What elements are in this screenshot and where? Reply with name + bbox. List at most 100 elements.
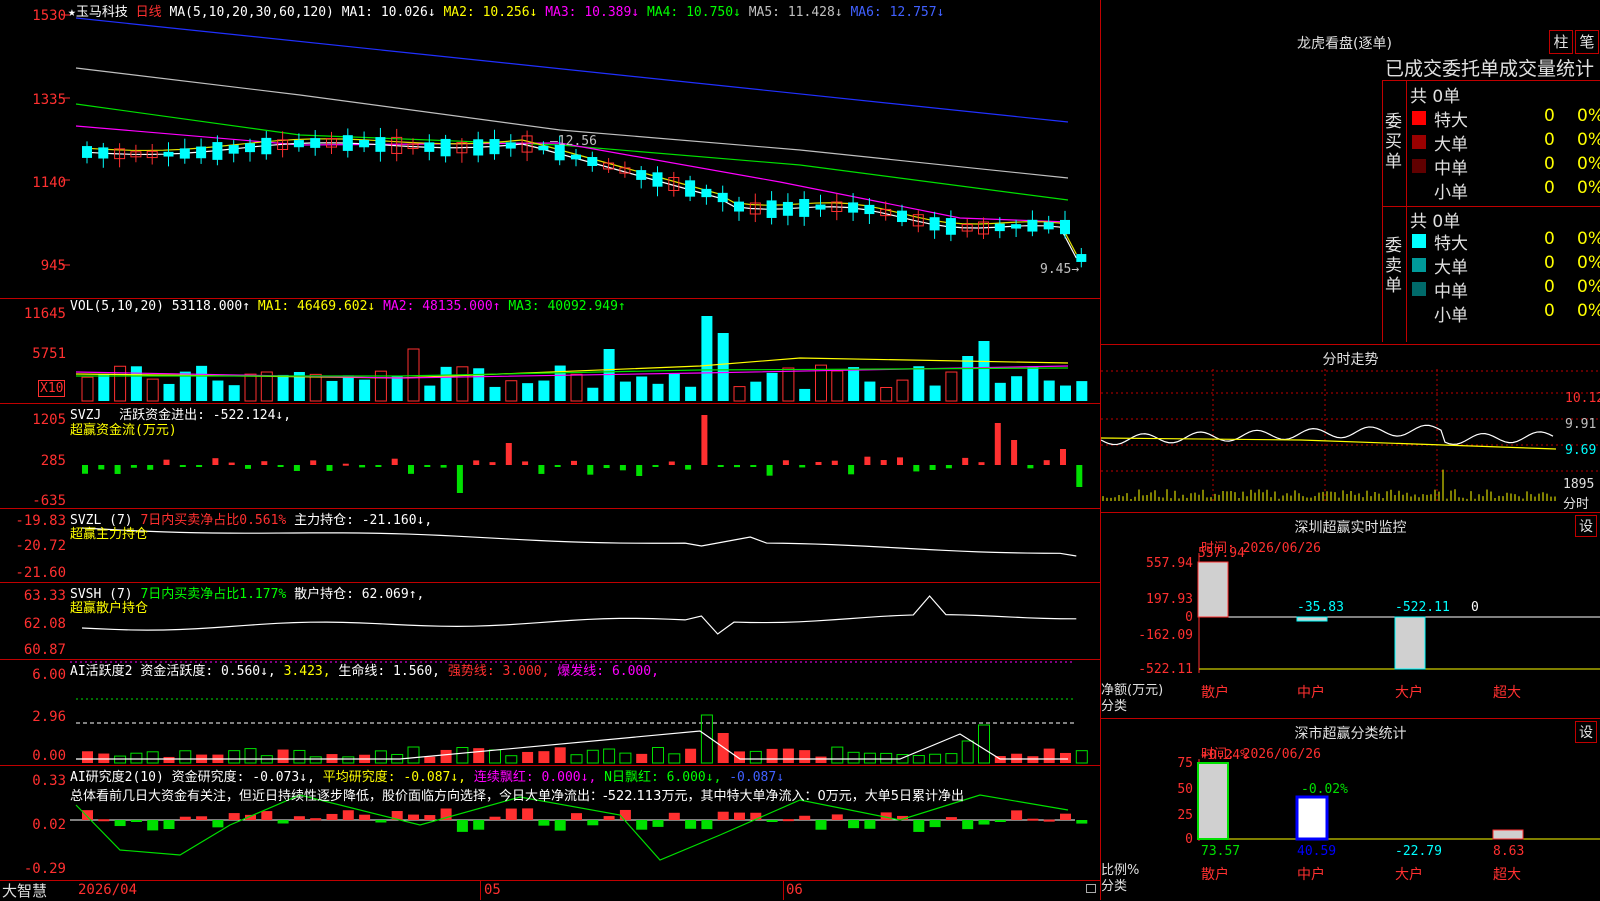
activity-bar: [228, 750, 241, 764]
volume-bar: [456, 366, 469, 402]
sz-monitor-chart[interactable]: 557.94 197.93 0 -162.09 -522.11 557.94 -35.83 -…: [1101, 513, 1600, 719]
activity-bar: [98, 753, 110, 763]
activity-bar: [636, 753, 648, 763]
flow-bar: [196, 465, 203, 467]
research-bar: [701, 820, 713, 830]
volume-bar: [750, 381, 762, 401]
candle-down: [310, 138, 321, 148]
volume-bar: [929, 385, 941, 401]
svzj-axis-3: -635: [32, 493, 66, 509]
svsh-panel[interactable]: SVSH (7) 7日内买卖净占比1.177% 散户持仓: 62.069↑, 超…: [0, 582, 1100, 660]
research-bar: [685, 820, 697, 829]
flow-bar: [1043, 460, 1050, 465]
volume-bar: [522, 383, 534, 401]
candle-down: [82, 146, 92, 158]
fenshi-panel[interactable]: 分时走势 10.12 9.91 9.69 1895 分时: [1101, 344, 1600, 513]
candlestick-chart[interactable]: [0, 0, 1100, 298]
chart-area[interactable]: ★玉马科技 日线 MA(5,10,20,30,60,120) MA1: 10.0…: [0, 0, 1101, 900]
ai2-last: -0.087↓: [729, 770, 785, 785]
flow-bar: [636, 465, 643, 476]
activity-bar: [309, 756, 322, 764]
fenshi-chart[interactable]: [1101, 345, 1600, 513]
candle-down: [571, 154, 581, 160]
flow-bar: [799, 465, 806, 468]
retail-bar: [1197, 561, 1229, 618]
period-label[interactable]: 日线: [136, 5, 162, 20]
candle-down: [1027, 219, 1038, 232]
sz-class-panel[interactable]: 深市超赢分类统计 设 时间: 2026/06/26 75 50 25 0 +0.24% -…: [1101, 718, 1600, 901]
candle-down: [864, 204, 875, 215]
flow-bar: [98, 465, 105, 470]
activity-bar: [586, 749, 599, 764]
flow-bar: [408, 465, 414, 474]
activity-bar: [929, 753, 942, 764]
flow-bar: [766, 465, 773, 476]
flow-bar: [147, 465, 154, 470]
brand-label[interactable]: 大智慧: [2, 880, 47, 901]
activity-bar: [652, 747, 664, 764]
activity-bar: [668, 753, 681, 764]
candle-down: [440, 138, 451, 157]
research-bar: [603, 816, 615, 820]
activity-bar: [1075, 750, 1088, 764]
lhb-title: 龙虎看盘(逐单): [1297, 36, 1392, 52]
sz-monitor-value-large: -522.11: [1395, 600, 1450, 615]
svsh-hold: 散户持仓: 62.069↑,: [294, 587, 425, 602]
activity-bar: [717, 733, 729, 763]
sell-row-mid[interactable]: 中单00%: [1412, 277, 1600, 302]
research-bar: [782, 819, 794, 822]
buy-row-mid[interactable]: 中单00%: [1412, 154, 1600, 179]
svzl-sub: 超赢主力持仓: [70, 527, 149, 542]
volume-bar: [98, 373, 110, 401]
sz-class-chart[interactable]: 75 50 25 0 +0.24% -0.02% 73.57 40.59 -22.79 8.63 散…: [1101, 719, 1600, 901]
flow-bar: [701, 415, 708, 465]
ai-research-panel[interactable]: AI研究度2(10) 资金研究度: -0.073↓, 平均研究度: -0.087…: [0, 765, 1100, 881]
volume-bar: [799, 388, 811, 401]
volume-bar: [848, 367, 860, 401]
volume-panel[interactable]: VOL(5,10,20) 53118.000↑ MA1: 46469.602↓ …: [0, 298, 1100, 404]
activity-bar: [538, 751, 550, 763]
main-price-panel[interactable]: ★玉马科技 日线 MA(5,10,20,30,60,120) MA1: 10.0…: [0, 0, 1100, 299]
sell-row-super[interactable]: 特大00%: [1412, 229, 1600, 254]
buy-row-super[interactable]: 特大00%: [1412, 106, 1600, 131]
lhb-tick-button[interactable]: 笔: [1575, 30, 1599, 54]
flow-bar: [717, 465, 724, 467]
activity-bar: [163, 756, 175, 763]
svzl-panel[interactable]: SVZL (7) 7日内买卖净占比0.561% 主力持仓: -21.160↓, …: [0, 508, 1100, 583]
research-bar: [342, 810, 354, 820]
low-price-label: 9.45→: [1040, 262, 1080, 277]
research-bar: [538, 820, 550, 826]
buy-row-large[interactable]: 大单00%: [1412, 130, 1600, 155]
main-axis-4: 945: [40, 258, 66, 274]
volume-bar: [326, 380, 338, 401]
flow-bar: [505, 443, 512, 465]
volume-bar: [114, 365, 127, 402]
sell-row-small[interactable]: 小单00%: [1412, 301, 1600, 326]
sz-monitor-xlabel: 分类: [1101, 699, 1128, 714]
flow-bar: [685, 465, 692, 470]
flow-bar: [375, 465, 382, 467]
buy-row-small[interactable]: 小单00%: [1412, 178, 1600, 203]
research-bar: [571, 813, 582, 820]
lhb-bar-button[interactable]: 柱: [1549, 30, 1573, 54]
ai-activity-panel[interactable]: AI活跃度2 资金活跃度: 0.560↓, 3.423, 生命线: 1.560,…: [0, 659, 1100, 766]
volume-bar: [896, 379, 909, 402]
time-axis: 大智慧 2026/04 05 06: [0, 880, 1100, 900]
svsh-sub: 超赢散户持仓: [70, 601, 149, 616]
flow-bar: [212, 458, 219, 465]
large-sell-swatch: [1412, 258, 1426, 272]
candle-down: [342, 135, 353, 151]
flow-bar: [538, 465, 545, 474]
svsh-axis-1: 63.33: [23, 588, 66, 604]
flow-bar: [897, 457, 903, 465]
sz-monitor-panel[interactable]: 深圳超赢实时监控 设 时间: 2026/06/26 557.94 197.93 0-…: [1101, 512, 1600, 719]
stock-name[interactable]: ★玉马科技: [68, 5, 128, 20]
main-axis-1: 1530: [32, 8, 66, 24]
flow-bar: [734, 465, 740, 468]
research-bar: [554, 820, 566, 831]
volume-bar: [864, 381, 876, 401]
research-bar: [799, 815, 811, 820]
candle-down: [897, 210, 907, 223]
sell-row-large[interactable]: 大单00%: [1412, 253, 1600, 278]
svzj-panel[interactable]: SVZJ 活跃资金进出: -522.124↓, 超赢资金流(万元) 1205 2…: [0, 403, 1100, 509]
